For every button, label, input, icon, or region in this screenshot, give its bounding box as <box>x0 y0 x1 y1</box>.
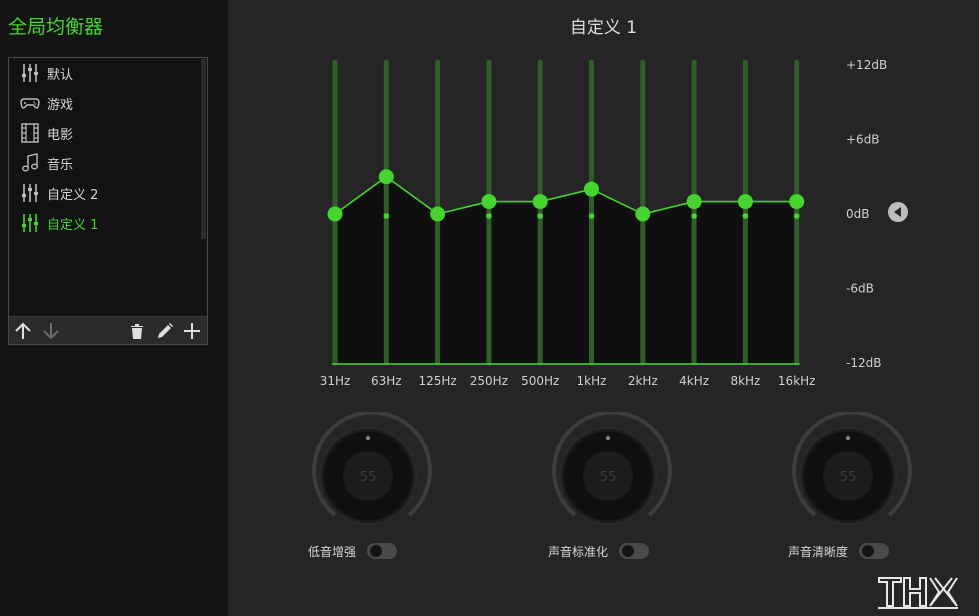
film-icon <box>19 122 41 144</box>
eq-band-handle[interactable] <box>327 206 343 222</box>
delete-preset-button[interactable] <box>125 319 149 343</box>
move-down-button[interactable] <box>39 319 63 343</box>
sliders-icon <box>19 182 41 204</box>
eq-db-label: -6dB <box>846 282 874 296</box>
music-note-icon <box>19 152 41 174</box>
eq-freq-label: 4kHz <box>679 374 709 388</box>
preset-scrollbar[interactable] <box>201 59 206 239</box>
knob-value: 55 <box>360 470 377 485</box>
eq-band-handle[interactable] <box>430 206 446 222</box>
eq-fill-area <box>335 176 797 363</box>
eq-freq-label: 16kHz <box>778 374 816 388</box>
eq-freq-label: 2kHz <box>628 374 658 388</box>
app-title: 全局均衡器 <box>8 16 104 38</box>
eq-band-handle[interactable] <box>481 194 497 210</box>
eq-zero-marker <box>383 213 390 219</box>
eq-db-label: 0dB <box>846 207 869 221</box>
knob-value: 55 <box>840 470 857 485</box>
volume-normalize-control: 55 <box>546 410 676 562</box>
arrow-down-icon <box>43 323 59 340</box>
volume-normalize-knob[interactable]: 55 <box>546 410 676 537</box>
eq-freq-label: 250Hz <box>470 374 508 388</box>
toggle-knob <box>862 545 874 557</box>
eq-graph: 31Hz 63Hz 125Hz 250Hz 500Hz 1kHz 2kHz 4kHz 8kHz 1… <box>320 58 908 388</box>
eq-zero-marker <box>537 213 543 219</box>
eq-zero-marker <box>742 213 749 219</box>
voice-clarity-toggle[interactable] <box>859 543 889 559</box>
preset-toolbar <box>9 316 207 344</box>
eq-band-handle[interactable] <box>686 194 702 210</box>
eq-db-label: +12dB <box>846 58 887 72</box>
rename-preset-button[interactable] <box>153 319 177 343</box>
voice-clarity-label: 声音清晰度 <box>788 545 849 559</box>
arrow-up-icon <box>15 322 31 339</box>
preset-item-label: 自定义 2 <box>47 187 99 203</box>
preset-item-label: 电影 <box>47 127 74 143</box>
preset-item-custom-1[interactable]: 自定义 1 <box>9 208 199 238</box>
sliders-icon <box>19 212 41 234</box>
eq-zero-marker <box>486 213 492 219</box>
eq-freq-label: 500Hz <box>521 374 559 388</box>
eq-db-label: +6dB <box>846 133 880 147</box>
eq-freq-label: 31Hz <box>320 374 351 388</box>
eq-band-handle[interactable] <box>378 169 394 185</box>
preset-item-default[interactable]: 默认 <box>9 58 199 88</box>
eq-band-handle[interactable] <box>737 194 753 210</box>
gamepad-icon <box>19 92 41 114</box>
eq-freq-label: 8kHz <box>730 374 760 388</box>
knob-value: 55 <box>600 470 617 485</box>
add-preset-button[interactable] <box>180 319 204 343</box>
thx-logo <box>878 577 958 609</box>
pencil-icon <box>158 323 173 338</box>
eq-band-handle[interactable] <box>789 194 805 210</box>
eq-freq-label: 1kHz <box>577 374 607 388</box>
eq-zero-marker <box>588 213 595 219</box>
preset-list-box: 默认游戏电影音乐自定义 2 自定义 1 <box>8 57 208 345</box>
voice-clarity-control: 55 <box>786 410 916 562</box>
trash-icon <box>131 324 143 339</box>
bass-boost-toggle[interactable] <box>367 543 397 559</box>
bass-boost-label: 低音增强 <box>308 545 357 559</box>
eq-db-label: -12dB <box>846 356 881 370</box>
preset-item-label: 自定义 1 <box>47 217 99 233</box>
toggle-knob <box>370 545 382 557</box>
volume-normalize-label: 声音标准化 <box>548 545 609 559</box>
eq-band-handle[interactable] <box>584 181 599 197</box>
voice-clarity-knob[interactable]: 55 <box>786 410 916 537</box>
sidebar: 全局均衡器 默认游戏电影音乐自定义 2 自定义 1 <box>0 0 228 616</box>
preset-item-label: 音乐 <box>47 157 74 173</box>
equalizer-panel: 自定义 1 31Hz 63Hz 125Hz 250Hz 500Hz 1kHz 2kHz 4kH… <box>228 0 979 616</box>
bass-boost-control: 55 <box>306 410 436 562</box>
eq-freq-label: 125Hz <box>418 374 456 388</box>
move-up-button[interactable] <box>11 319 35 343</box>
preset-item-label: 游戏 <box>47 97 74 113</box>
collapse-arrow-icon[interactable] <box>888 202 908 222</box>
volume-normalize-toggle[interactable] <box>619 543 649 559</box>
eq-zero-marker <box>793 213 800 219</box>
preset-item-label: 默认 <box>47 67 74 83</box>
preset-item-music[interactable]: 音乐 <box>9 148 199 178</box>
eq-band-handle[interactable] <box>635 206 651 222</box>
eq-freq-label: 63Hz <box>371 374 402 388</box>
preset-list: 默认游戏电影音乐自定义 2 自定义 1 <box>9 58 199 238</box>
bass-boost-knob[interactable]: 55 <box>306 410 436 537</box>
toggle-knob <box>622 545 634 557</box>
preset-item-custom-2[interactable]: 自定义 2 <box>9 178 199 208</box>
plus-icon <box>184 323 200 339</box>
eq-band-handle[interactable] <box>532 194 548 210</box>
eq-zero-marker <box>691 213 697 219</box>
preset-item-gaming[interactable]: 游戏 <box>9 88 199 118</box>
sliders-icon <box>19 62 41 84</box>
preset-item-movie[interactable]: 电影 <box>9 118 199 148</box>
